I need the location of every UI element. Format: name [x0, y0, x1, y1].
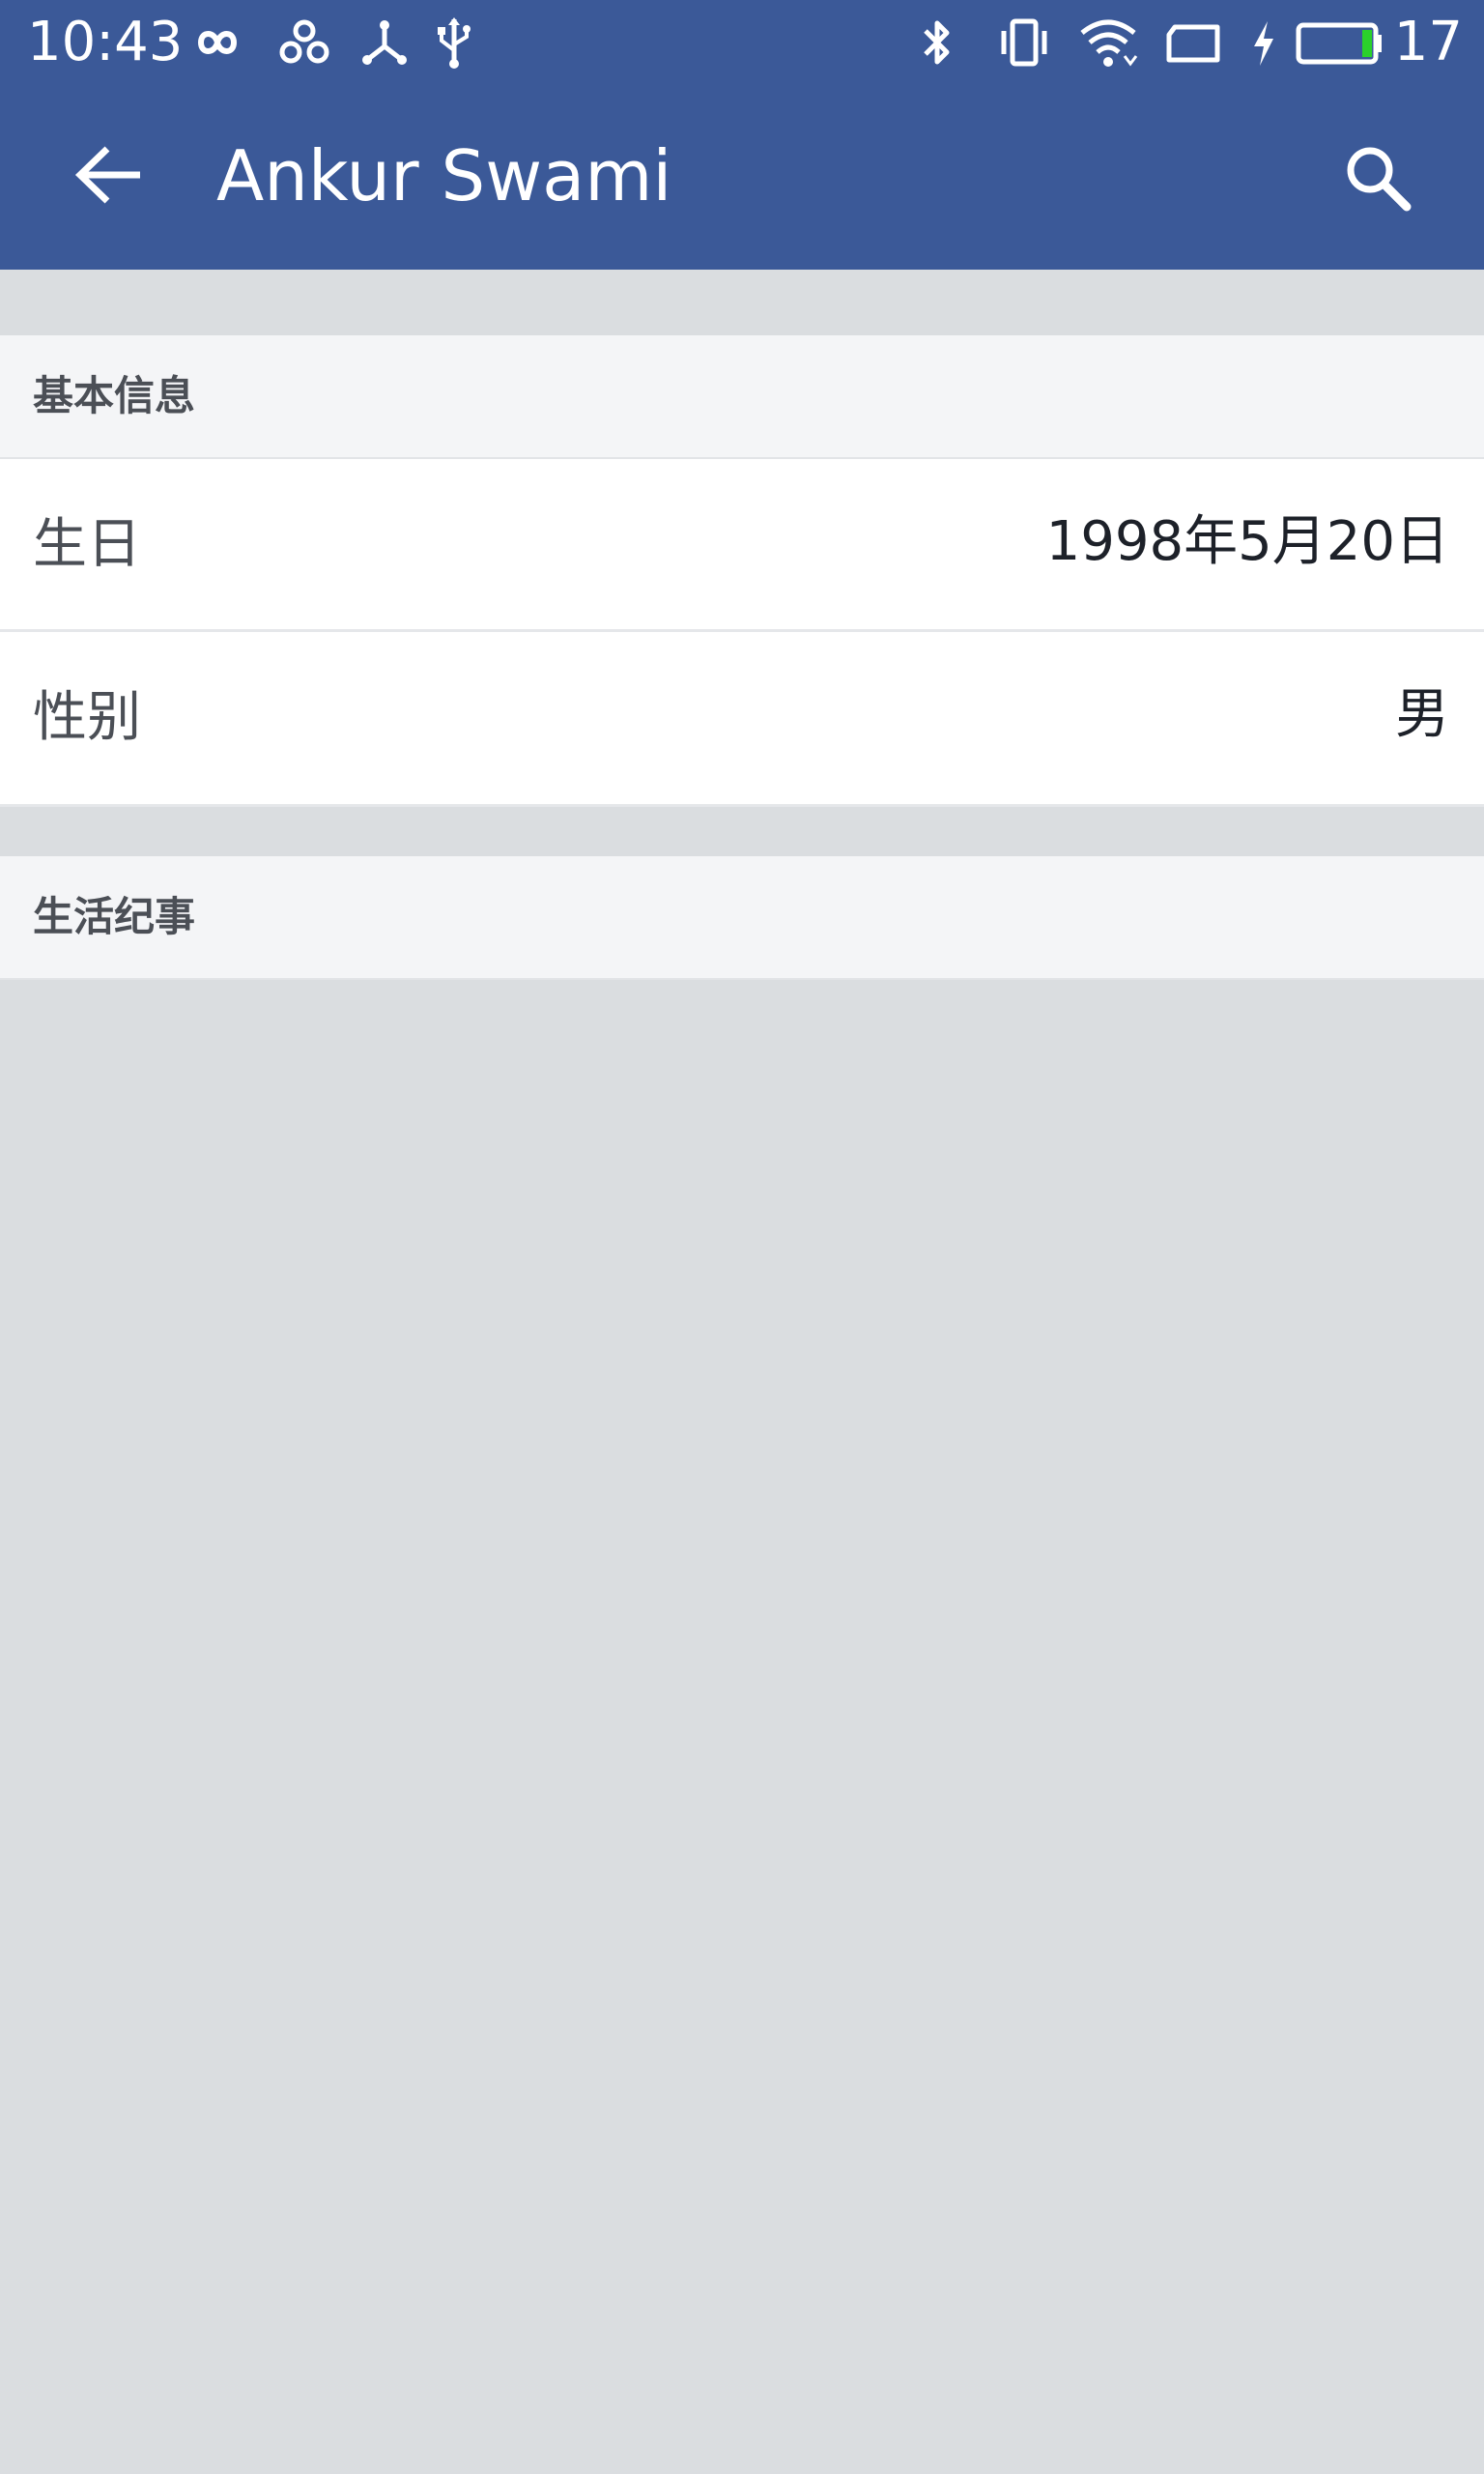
share-node-icon: [356, 14, 414, 72]
vibrate-icon: [997, 14, 1051, 72]
infinity-icon: [184, 14, 251, 72]
section-title: 生活纪事: [33, 893, 196, 940]
row-label: 性别: [33, 686, 141, 749]
row-label: 生日: [33, 513, 141, 576]
row-value: 1998年5月20日: [1045, 510, 1449, 573]
charging-icon: [1246, 14, 1281, 72]
search-button[interactable]: [1329, 131, 1426, 228]
info-row-gender[interactable]: 性别 男: [0, 632, 1484, 804]
status-bar: 10:43 17: [0, 0, 1484, 85]
section-title: 基本信息: [33, 372, 196, 419]
triple-ring-icon: [273, 14, 335, 72]
app-bar: Ankur Swami: [0, 85, 1484, 270]
top-bar: 10:43 17 Ankur Swami: [0, 0, 1484, 270]
battery-level: 17: [1393, 11, 1463, 73]
wifi-icon: [1076, 14, 1140, 72]
page-title: Ankur Swami: [216, 135, 672, 216]
info-row-birthday[interactable]: 生日 1998年5月20日: [0, 459, 1484, 631]
screen-rotation-icon: [1163, 14, 1225, 72]
status-time: 10:43: [27, 11, 184, 73]
section-header-basic-info: 基本信息: [0, 335, 1484, 459]
arrow-left-icon: [72, 143, 146, 211]
back-button[interactable]: [56, 133, 162, 220]
usb-icon: [430, 14, 478, 72]
divider: [0, 804, 1484, 807]
row-value: 男: [1395, 683, 1449, 746]
battery-icon: [1295, 14, 1385, 72]
section-header-life-events: 生活纪事: [0, 856, 1484, 980]
search-icon: [1341, 141, 1414, 218]
bluetooth-icon: [916, 14, 958, 72]
